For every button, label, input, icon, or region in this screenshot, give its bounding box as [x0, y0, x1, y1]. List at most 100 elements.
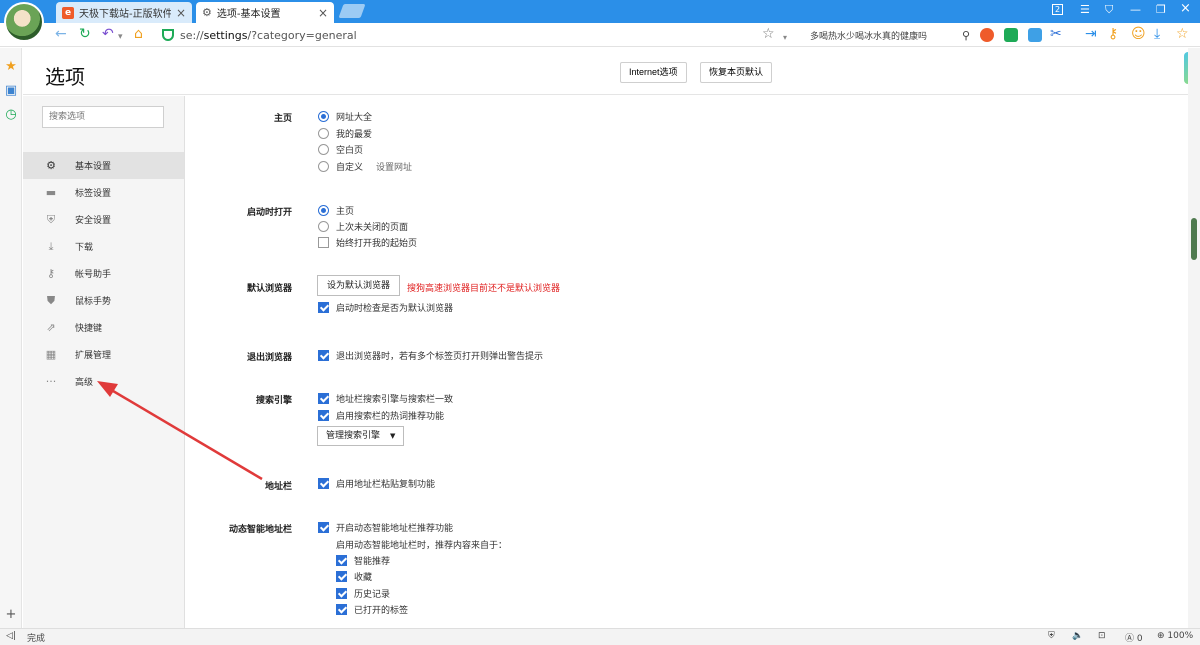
radio-button[interactable] — [318, 128, 329, 139]
radio-button[interactable] — [318, 111, 329, 122]
checkbox[interactable] — [318, 522, 329, 533]
manage-search-engines-dropdown[interactable]: 管理搜索引擎 ▼ — [317, 426, 405, 446]
star-icon[interactable]: ★ — [4, 60, 18, 74]
shield-icon: ⛊ — [46, 293, 56, 307]
search-text[interactable]: 多喝热水少喝冰水真的健康吗 — [810, 29, 927, 42]
sidebar-item-security[interactable]: ⛨ 安全设置 — [23, 206, 184, 233]
exit-icon[interactable]: ⇥ — [1085, 26, 1097, 42]
address-url[interactable]: se://settings/?category=general — [180, 29, 357, 42]
undo-dropdown-icon[interactable]: ▾ — [118, 29, 123, 45]
sidebar-item-gestures[interactable]: ⛊ 鼠标手势 — [23, 287, 184, 314]
sidebar-item-extensions[interactable]: ▦ 扩展管理 — [23, 341, 184, 368]
clock-icon[interactable]: ◷ — [4, 108, 18, 122]
source-checkbox[interactable]: 历史记录 — [336, 587, 390, 600]
gear-icon: ⚙ — [202, 6, 212, 19]
homepage-option[interactable]: 空白页 — [318, 143, 363, 156]
address-bar[interactable]: se://settings/?category=general — [162, 26, 762, 44]
smart-bar-checkbox[interactable]: 开启动态智能地址栏推荐功能 — [318, 521, 453, 534]
lock-icon[interactable]: ⊡ — [1098, 631, 1106, 641]
search-options-input[interactable] — [42, 106, 164, 128]
star-icon[interactable]: ☆ — [762, 26, 775, 42]
cloud-icon[interactable] — [980, 28, 994, 42]
checkbox[interactable] — [318, 302, 329, 313]
startup-checkbox[interactable]: 始终打开我的起始页 — [318, 236, 417, 249]
tab-label: 选项-基本设置 — [216, 9, 281, 20]
screenshot-icon[interactable] — [1028, 28, 1042, 42]
scroll-thumb[interactable] — [1191, 218, 1197, 260]
translate-icon[interactable] — [1004, 28, 1018, 42]
radio-button[interactable] — [318, 205, 329, 216]
source-checkbox[interactable]: 已打开的标签 — [336, 603, 408, 616]
sidebar-toggle-icon[interactable]: ◁| — [6, 631, 16, 641]
avatar[interactable] — [4, 2, 44, 42]
sidebar-item-basic[interactable]: ⚙ 基本设置 — [23, 152, 184, 179]
window-count-badge[interactable]: 2 — [1052, 4, 1064, 15]
sidebar-item-advanced[interactable]: ··· 高级 — [23, 368, 184, 395]
settings-sidebar: ⚙ 基本设置 ▬ 标签设置 ⛨ 安全设置 ⤓ 下载 ⚷ 帐号助手 ⛊ 鼠标手势 … — [23, 96, 185, 628]
homepage-option[interactable]: 我的最爱 — [318, 127, 372, 140]
key-icon[interactable]: ⚷ — [1108, 26, 1118, 42]
new-tab-button[interactable] — [338, 4, 366, 18]
check-default-checkbox[interactable]: 启动时检查是否为默认浏览器 — [318, 301, 453, 314]
adblock-icon[interactable]: Ⓐ 0 — [1125, 631, 1143, 644]
checkbox[interactable] — [318, 237, 329, 248]
security-shield-icon[interactable]: ⛨ — [1048, 631, 1055, 641]
checkbox[interactable] — [318, 478, 329, 489]
startup-option[interactable]: 上次未关闭的页面 — [318, 220, 408, 233]
exit-warning-checkbox[interactable]: 退出浏览器时，若有多个标签页打开则弹出警告提示 — [318, 349, 543, 362]
speaker-icon[interactable]: 🔈 — [1072, 631, 1083, 641]
sidebar-item-tabs[interactable]: ▬ 标签设置 — [23, 179, 184, 206]
option-label: 退出浏览器时，若有多个标签页打开则弹出警告提示 — [336, 352, 544, 362]
vertical-scrollbar[interactable] — [1188, 48, 1200, 628]
sidebar-item-download[interactable]: ⤓ 下载 — [23, 233, 184, 260]
search-icon[interactable]: ⚲ — [962, 29, 970, 42]
paste-copy-checkbox[interactable]: 启用地址栏粘贴复制功能 — [318, 477, 435, 490]
restore-defaults-button[interactable]: 恢复本页默认 — [700, 62, 773, 83]
internet-options-button[interactable]: Internet选项 — [620, 62, 687, 83]
smile-icon[interactable]: ☺ — [1131, 26, 1146, 42]
hotword-checkbox[interactable]: 启用搜索栏的热词推荐功能 — [318, 409, 444, 422]
bookmark-icon[interactable]: ▣ — [4, 84, 18, 98]
checkbox[interactable] — [336, 588, 347, 599]
scissors-icon[interactable]: ✂ — [1050, 26, 1062, 42]
download-icon[interactable]: ⤓ — [1154, 26, 1160, 42]
sidebar-item-account[interactable]: ⚷ 帐号助手 — [23, 260, 184, 287]
set-url-link[interactable]: 设置网址 — [376, 160, 412, 173]
home-icon[interactable]: ⌂ — [134, 26, 143, 42]
tab-settings[interactable]: ⚙ 选项-基本设置 × — [196, 2, 334, 23]
add-icon[interactable]: + — [4, 608, 18, 622]
close-icon[interactable]: × — [176, 6, 186, 20]
tab-tianji[interactable]: e 天极下载站-正版软件下载 × — [56, 2, 192, 23]
source-checkbox[interactable]: 收藏 — [336, 570, 372, 583]
startup-option[interactable]: 主页 — [318, 204, 354, 217]
status-bar: ◁| 完成 ⛨ 🔈 ⊡ Ⓐ 0 ⊕ 100% — [0, 628, 1200, 645]
back-icon[interactable]: ← — [55, 26, 67, 42]
checkbox[interactable] — [318, 410, 329, 421]
set-default-browser-button[interactable]: 设为默认浏览器 — [317, 275, 401, 296]
source-checkbox[interactable]: 智能推荐 — [336, 554, 390, 567]
chevron-down-icon[interactable]: ▾ — [783, 30, 787, 46]
zoom-control[interactable]: ⊕ 100% — [1157, 631, 1193, 641]
refresh-icon[interactable]: ↻ — [79, 26, 91, 42]
minimize-icon[interactable]: — — [1130, 3, 1141, 16]
search-sync-checkbox[interactable]: 地址栏搜索引擎与搜索栏一致 — [318, 392, 453, 405]
menu-icon[interactable]: ☰ — [1080, 3, 1090, 16]
skin-icon[interactable]: ⛉ — [1105, 3, 1113, 17]
checkbox[interactable] — [318, 350, 329, 361]
undo-icon[interactable]: ↶ — [102, 26, 114, 42]
checkbox[interactable] — [336, 555, 347, 566]
restore-icon[interactable]: ❐ — [1156, 3, 1166, 16]
close-icon[interactable]: × — [318, 6, 328, 20]
close-window-icon[interactable]: × — [1180, 1, 1191, 16]
homepage-option[interactable]: 自定义 设置网址 — [318, 160, 412, 173]
homepage-option[interactable]: 网址大全 — [318, 110, 372, 123]
favorite-star-icon[interactable]: ☆ — [1176, 26, 1189, 42]
radio-button[interactable] — [318, 144, 329, 155]
search-bar[interactable]: 多喝热水少喝冰水真的健康吗 ⚲ — [810, 26, 970, 44]
checkbox[interactable] — [336, 571, 347, 582]
radio-button[interactable] — [318, 221, 329, 232]
sidebar-item-shortcuts[interactable]: ⇗ 快捷键 — [23, 314, 184, 341]
radio-button[interactable] — [318, 161, 329, 172]
checkbox[interactable] — [336, 604, 347, 615]
checkbox[interactable] — [318, 393, 329, 404]
